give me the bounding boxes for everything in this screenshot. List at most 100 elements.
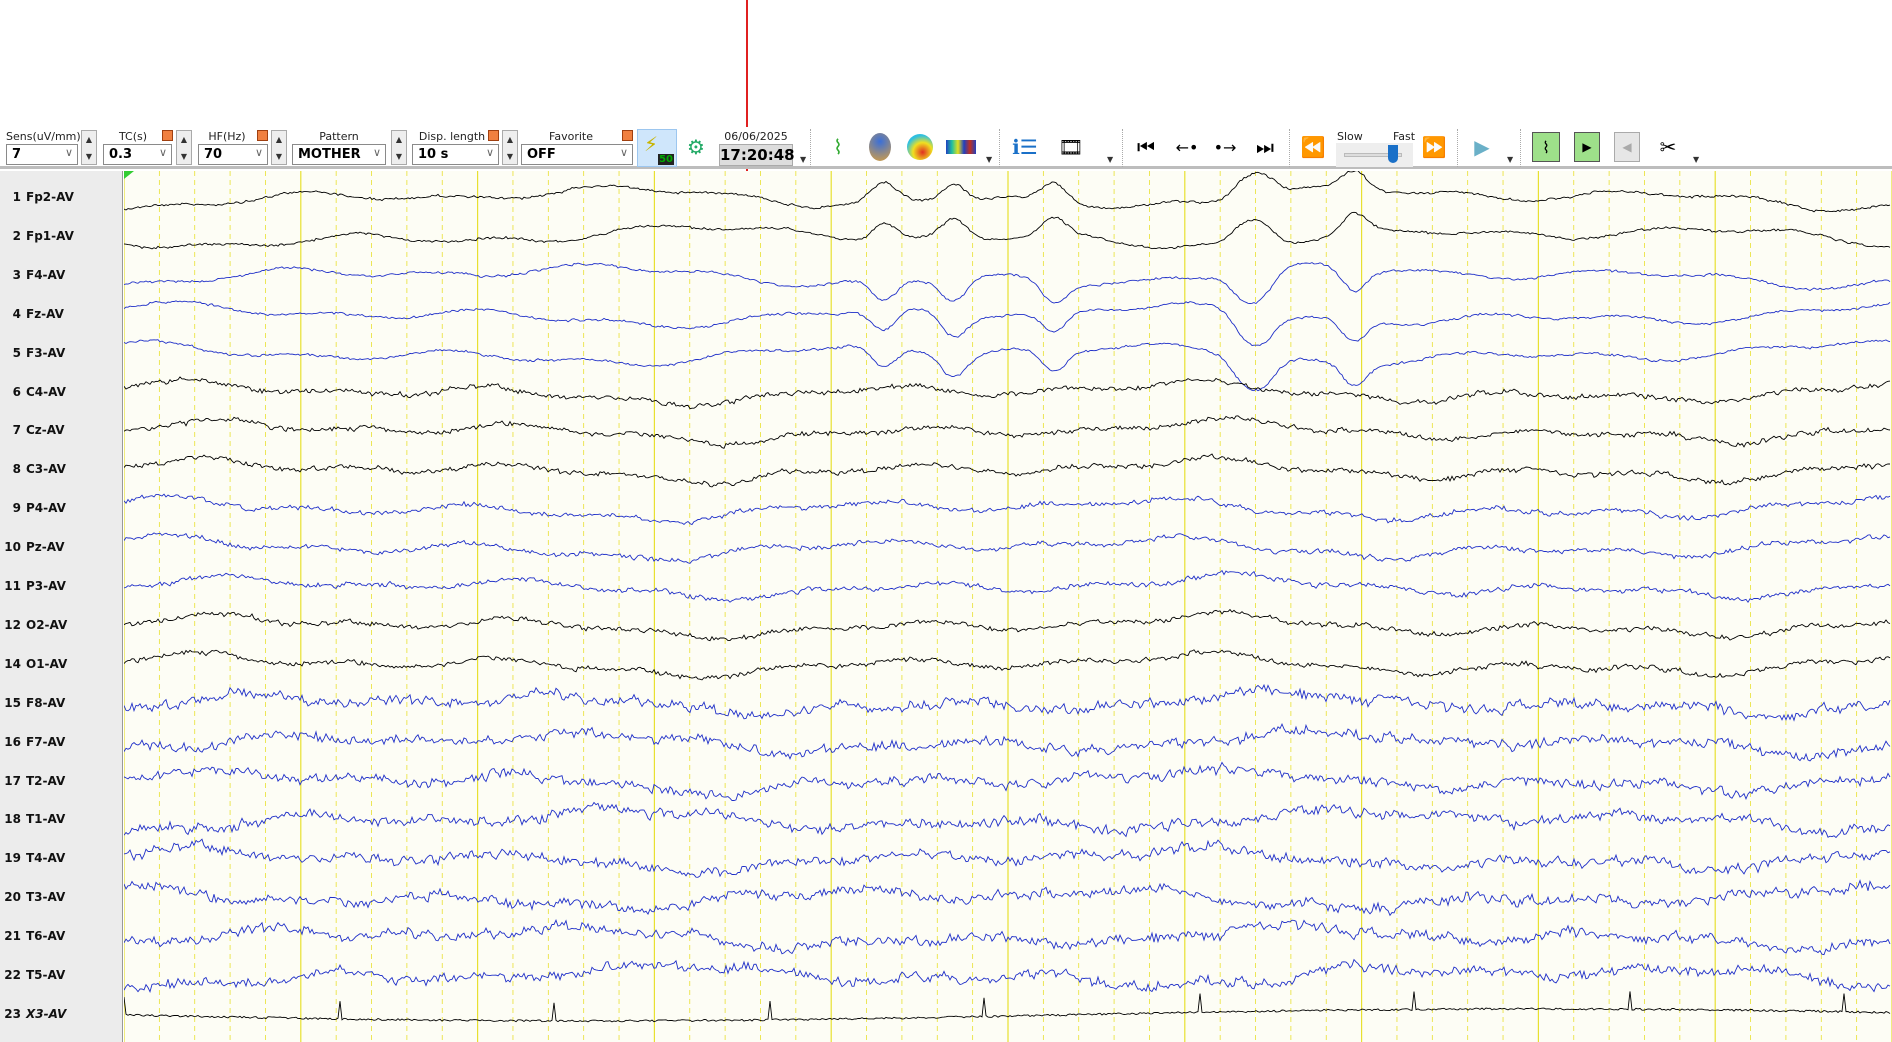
sens-label: Sens(uV/mm) xyxy=(6,130,81,143)
channel-number: 16 xyxy=(4,734,21,749)
speed-slider[interactable] xyxy=(1336,143,1413,167)
channel-number: 4 xyxy=(12,306,21,321)
video-icon[interactable]: 🎞 xyxy=(1055,132,1087,162)
channel-label[interactable]: 21 T6-AV xyxy=(0,929,123,943)
waveform-marker-icon[interactable]: ⌇ xyxy=(822,132,854,162)
channel-name: P3-AV xyxy=(26,579,66,593)
notch-filter-button[interactable]: ⚡ 50 xyxy=(637,129,677,167)
pattern-select[interactable]: MOTHER ∨ xyxy=(292,144,386,165)
sens-spinner[interactable]: ▲ ▼ xyxy=(81,130,97,165)
channel-label[interactable]: 10 Pz-AV xyxy=(0,540,123,554)
tc-select[interactable]: 0.3 ∨ xyxy=(103,144,172,165)
channel-label[interactable]: 18 T1-AV xyxy=(0,812,123,826)
channel-name: F7-AV xyxy=(26,734,66,749)
clip-cut-icon[interactable]: ✂ xyxy=(1652,132,1684,162)
play-icon[interactable]: ▶ xyxy=(1466,132,1498,162)
channel-label[interactable]: 1 Fp2-AV xyxy=(0,190,123,204)
edit-pencil-icon[interactable] xyxy=(257,130,268,141)
channel-label[interactable]: 16 F7-AV xyxy=(0,735,123,749)
channel-name: F8-AV xyxy=(26,695,66,710)
channel-name: Fp1-AV xyxy=(26,228,74,243)
disp-length-spinner[interactable]: ▲ ▼ xyxy=(502,130,518,165)
tc-spinner[interactable]: ▲ ▼ xyxy=(176,130,192,165)
slider-thumb[interactable] xyxy=(1388,145,1399,163)
mark-next-icon[interactable]: ▶ xyxy=(1574,132,1600,162)
electrode-settings-icon[interactable]: ⚙ xyxy=(680,132,712,162)
channel-number: 5 xyxy=(12,345,21,360)
speed-fast-label: Fast xyxy=(1392,130,1416,143)
channel-label[interactable]: 14 O1-AV xyxy=(0,657,123,671)
chevron-down-icon: ∨ xyxy=(158,146,167,159)
divider xyxy=(1289,129,1290,167)
channel-name: Cz-AV xyxy=(26,423,65,438)
fast-forward-icon[interactable]: ⏩ xyxy=(1418,132,1450,162)
dropdown-arrow-icon[interactable]: ▼ xyxy=(800,155,806,164)
eeg-plot[interactable] xyxy=(124,171,1892,1042)
channel-label[interactable]: 22 T5-AV xyxy=(0,968,123,982)
step-forward-icon[interactable]: •→ xyxy=(1209,132,1241,162)
chevron-down-icon: ∨ xyxy=(372,146,381,159)
disp-length-value: 10 s xyxy=(418,147,449,162)
edit-pencil-icon[interactable] xyxy=(622,130,633,141)
time-display[interactable]: 17:20:48 xyxy=(719,144,795,166)
edit-pencil-icon[interactable] xyxy=(488,130,499,141)
channel-label[interactable]: 23 X3-AV xyxy=(0,1007,123,1021)
event-waveform-icon[interactable]: ⌇ xyxy=(1532,132,1560,162)
last-page-icon[interactable]: ⏭ xyxy=(1249,132,1281,162)
chevron-down-icon: ∨ xyxy=(619,146,628,159)
sens-select[interactable]: 7 ∨ xyxy=(6,144,78,165)
topography-icon[interactable] xyxy=(904,132,936,162)
tc-value: 0.3 xyxy=(109,147,133,162)
channel-name: O1-AV xyxy=(26,656,68,671)
channel-label[interactable]: 5 F3-AV xyxy=(0,346,123,360)
pattern-spinner[interactable]: ▲ ▼ xyxy=(391,130,407,165)
channel-number: 8 xyxy=(12,462,21,477)
dropdown-arrow-icon[interactable]: ▼ xyxy=(986,155,992,164)
favorite-select[interactable]: OFF ∨ xyxy=(521,144,633,165)
dropdown-arrow-icon[interactable]: ▼ xyxy=(1693,155,1699,164)
channel-name: T2-AV xyxy=(26,773,66,788)
channel-label[interactable]: 17 T2-AV xyxy=(0,774,123,788)
channel-label[interactable]: 7 Cz-AV xyxy=(0,423,123,437)
head-map-icon[interactable] xyxy=(864,132,896,162)
rewind-icon[interactable]: ⏪ xyxy=(1297,132,1329,162)
channel-number: 11 xyxy=(4,579,21,593)
channel-label[interactable]: 19 T4-AV xyxy=(0,851,123,865)
first-page-icon[interactable]: ⏮ xyxy=(1130,132,1162,162)
date-label: 06/06/2025 xyxy=(724,130,788,143)
channel-number: 3 xyxy=(12,267,21,282)
divider xyxy=(1520,129,1521,167)
channel-label[interactable]: 9 P4-AV xyxy=(0,501,123,515)
channel-label[interactable]: 12 O2-AV xyxy=(0,618,123,632)
channel-label[interactable]: 11 P3-AV xyxy=(0,579,123,593)
edit-pencil-icon[interactable] xyxy=(162,130,173,141)
chevron-down-icon: ∨ xyxy=(254,146,263,159)
channel-name: F3-AV xyxy=(26,345,66,360)
channel-label[interactable]: 2 Fp1-AV xyxy=(0,229,123,243)
patient-info-icon[interactable]: ℹ☰ xyxy=(1009,132,1041,162)
dropdown-arrow-icon[interactable]: ▼ xyxy=(1107,155,1113,164)
mark-prev-icon[interactable]: ◀ xyxy=(1614,132,1640,162)
step-back-icon[interactable]: ←• xyxy=(1171,132,1203,162)
hf-select[interactable]: 70 ∨ xyxy=(198,144,268,165)
dropdown-arrow-icon[interactable]: ▼ xyxy=(1507,155,1513,164)
channel-labels: 1 Fp2-AV 2 Fp1-AV 3 F4-AV 4 Fz-AV 5 F3-AV 6 C4-AV 7 C… xyxy=(0,171,123,1042)
disp-length-select[interactable]: 10 s ∨ xyxy=(412,144,499,165)
channel-name: Fz-AV xyxy=(26,306,64,321)
channel-name: T4-AV xyxy=(26,851,66,866)
channel-name: C3-AV xyxy=(26,462,66,477)
channel-label[interactable]: 8 C3-AV xyxy=(0,462,123,476)
channel-label[interactable]: 3 F4-AV xyxy=(0,268,123,282)
hf-spinner[interactable]: ▲ ▼ xyxy=(271,130,287,165)
speed-slow-label: Slow xyxy=(1337,130,1363,143)
channel-label[interactable]: 6 C4-AV xyxy=(0,385,123,399)
channel-label[interactable]: 15 F8-AV xyxy=(0,696,123,710)
channel-label[interactable]: 4 Fz-AV xyxy=(0,307,123,321)
channel-name: T1-AV xyxy=(26,812,66,827)
channel-name: O2-AV xyxy=(26,617,68,632)
channel-number: 23 xyxy=(4,1006,21,1021)
spectrogram-icon[interactable] xyxy=(945,132,977,162)
channel-label[interactable]: 20 T3-AV xyxy=(0,890,123,904)
channel-name: T6-AV xyxy=(26,929,66,944)
favorite-value: OFF xyxy=(527,147,556,162)
